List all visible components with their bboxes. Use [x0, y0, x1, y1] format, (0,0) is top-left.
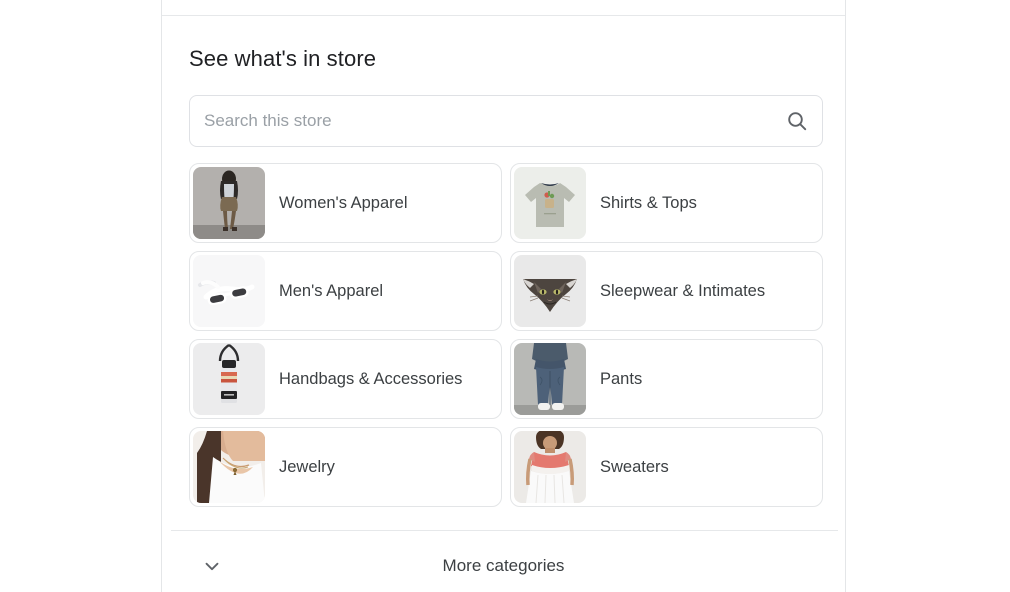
category-label: Jewelry	[279, 458, 335, 476]
page-title: See what's in store	[189, 46, 377, 71]
search-box[interactable]	[189, 95, 823, 147]
search-input[interactable]	[190, 96, 772, 146]
category-tile[interactable]: Handbags & Accessories	[189, 339, 502, 419]
page-root: See what's in store Search this store Wo…	[0, 0, 1010, 592]
category-tile[interactable]: Shirts & Tops	[510, 163, 823, 243]
category-label: Women's Apparel	[279, 194, 408, 212]
category-label: Handbags & Accessories	[279, 370, 463, 388]
category-label: Men's Apparel	[279, 282, 384, 300]
cat-print-underwear-icon	[514, 255, 586, 327]
category-tile[interactable]: Pants	[510, 339, 823, 419]
search-button[interactable]	[772, 96, 822, 146]
gray-graphic-tshirt-icon	[514, 167, 586, 239]
chevron-down-icon	[200, 554, 224, 578]
woman-in-pink-top-icon	[514, 431, 586, 503]
category-label: Sweaters	[600, 458, 669, 476]
category-tile[interactable]: Jewelry	[189, 427, 502, 507]
category-grid: Women's Apparel Shirts & Tops Men's Appa…	[189, 163, 823, 507]
category-tile[interactable]: Women's Apparel	[189, 163, 502, 243]
more-categories-button[interactable]: More categories	[162, 531, 845, 592]
white-sunglasses-icon	[193, 255, 265, 327]
store-card: See what's in store Search this store Wo…	[161, 0, 846, 592]
hanging-pouch-bag-icon	[193, 343, 265, 415]
category-tile[interactable]: Sweaters	[510, 427, 823, 507]
category-label: Shirts & Tops	[600, 194, 697, 212]
category-label: Sleepwear & Intimates	[600, 282, 766, 300]
card-body: See what's in store Search this store Wo…	[162, 16, 845, 592]
search-icon	[785, 109, 809, 133]
category-tile[interactable]: Men's Apparel	[189, 251, 502, 331]
category-label: Pants	[600, 370, 643, 388]
more-categories-label: More categories	[442, 556, 565, 575]
person-in-blue-pants-icon	[514, 343, 586, 415]
category-tile[interactable]: Sleepwear & Intimates	[510, 251, 823, 331]
woman-in-jacket-and-skirt-icon	[193, 167, 265, 239]
necklace-on-neck-icon	[193, 431, 265, 503]
